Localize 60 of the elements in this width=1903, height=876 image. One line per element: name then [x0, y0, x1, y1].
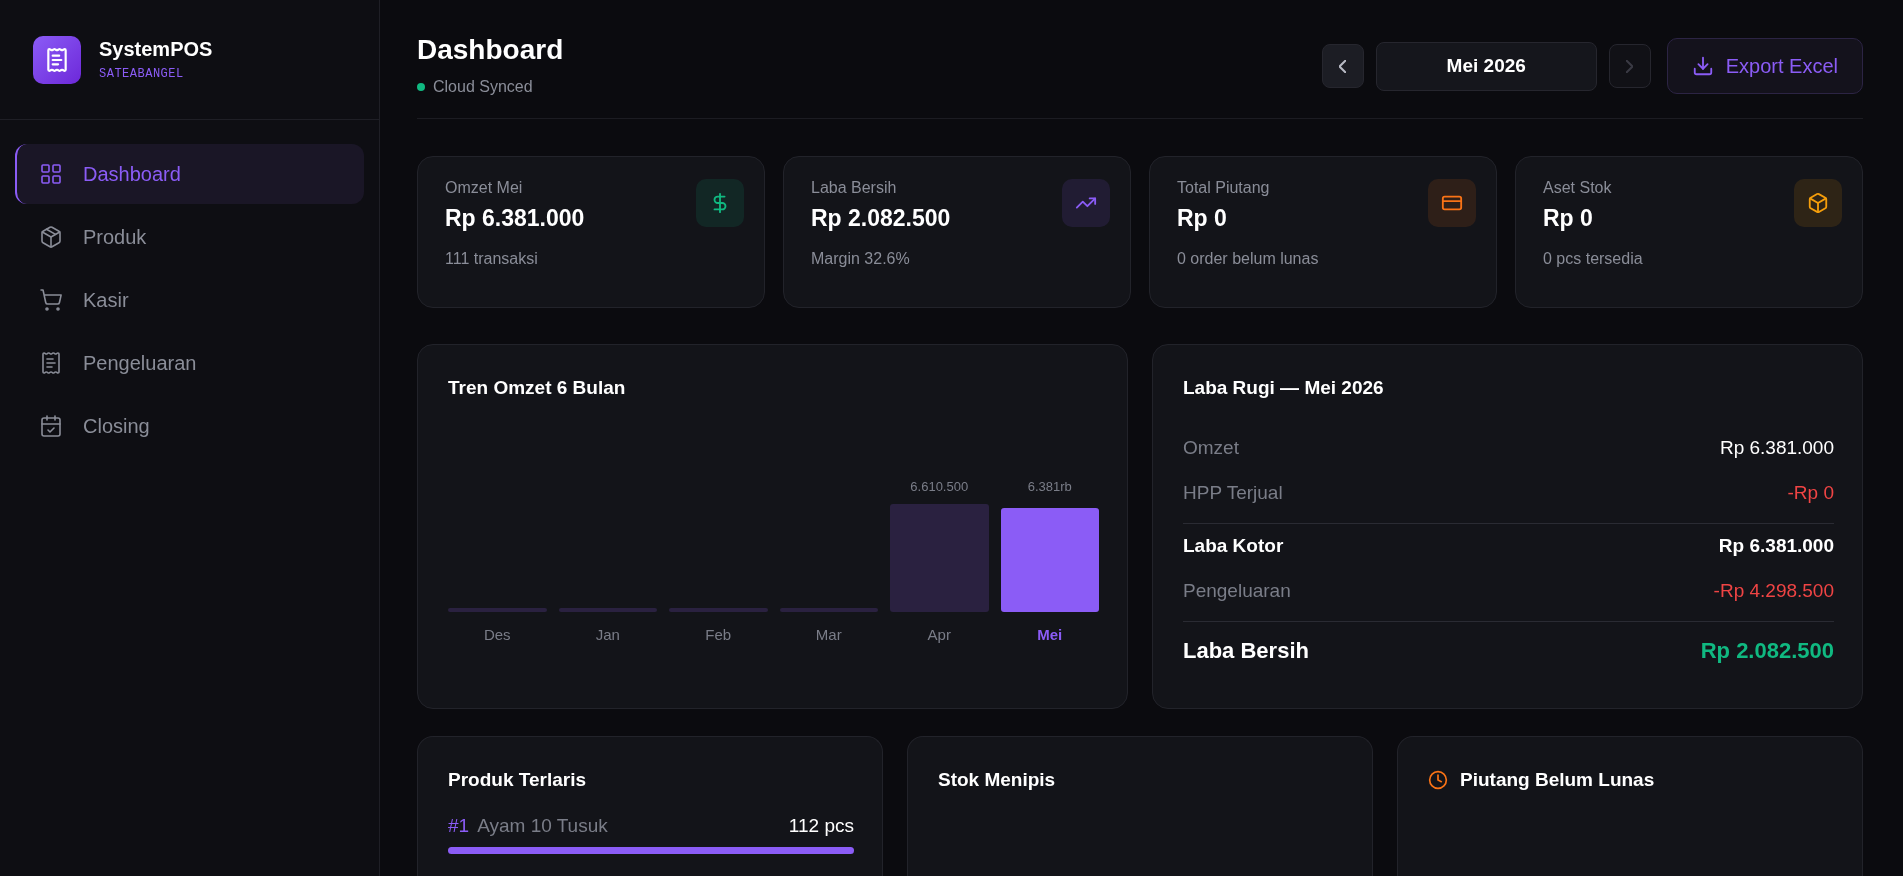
sidebar-item[interactable]: Closing — [15, 396, 364, 456]
stat-value: Rp 6.381.000 — [445, 205, 585, 232]
sidebar-item[interactable]: Kasir — [15, 270, 364, 330]
sidebar-item[interactable]: Produk — [15, 207, 364, 267]
card-title: Piutang Belum Lunas — [1460, 769, 1655, 791]
row-label: Laba Bersih — [1183, 638, 1309, 664]
month-label: Feb — [705, 626, 732, 643]
receipt-logo-icon — [33, 35, 81, 84]
card-title: Laba Rugi — Mei 2026 — [1183, 377, 1385, 399]
stat-subtext: 0 order belum lunas — [1177, 250, 1319, 268]
month-label: Apr — [927, 626, 951, 643]
row-label: Laba Kotor — [1183, 535, 1284, 557]
bar-value-label: 6.610.500 — [910, 479, 969, 494]
stat-value: Rp 0 — [1177, 205, 1228, 232]
grid-icon — [39, 162, 63, 186]
bar-value-label: 6.381rb — [1027, 479, 1072, 494]
previous-month-button[interactable] — [1321, 44, 1364, 88]
receipt-icon — [39, 351, 63, 375]
sidebar-item[interactable]: Pengeluaran — [15, 333, 364, 393]
clock-icon — [1428, 770, 1448, 790]
row-value: -Rp 0 — [1787, 482, 1834, 504]
sidebar-item[interactable]: Dashboard — [15, 144, 364, 204]
row-value: Rp 2.082.500 — [1700, 638, 1834, 664]
stat-subtext: 0 pcs tersedia — [1543, 250, 1643, 268]
card-title: Tren Omzet 6 Bulan — [448, 377, 627, 399]
chevron-left-icon — [1339, 59, 1347, 73]
product-quantity: 112 pcs — [788, 815, 854, 837]
month-label: Mar — [815, 626, 842, 643]
stat-value: Rp 0 — [1543, 205, 1594, 232]
store-name: SATEABANGEL — [99, 67, 185, 81]
row-value: -Rp 4.298.500 — [1713, 580, 1834, 602]
row-label: Pengeluaran — [1183, 580, 1291, 602]
app-name: SystemPOS — [99, 38, 213, 61]
month-display: Mei 2026 — [1375, 41, 1597, 91]
card-title: Stok Menipis — [938, 769, 1057, 791]
stat-subtext: Margin 32.6% — [811, 250, 911, 268]
stat-subtext: 111 transaksi — [445, 250, 539, 268]
row-value: Rp 6.381.000 — [1719, 437, 1834, 459]
cart-icon — [39, 288, 63, 312]
product-name: #1 Ayam 10 Tusuk — [448, 815, 608, 837]
month-label: Mei — [1037, 626, 1063, 643]
stat-label: Total Piutang — [1177, 179, 1271, 197]
card-title: Produk Terlaris — [448, 769, 587, 791]
calendar-check-icon — [39, 414, 63, 438]
download-icon — [1691, 55, 1714, 77]
month-label: Des — [483, 626, 511, 643]
export-button[interactable]: Export Excel — [1666, 38, 1863, 94]
stat-label: Laba Bersih — [811, 179, 898, 197]
status-dot — [417, 83, 425, 91]
stat-label: Aset Stok — [1543, 179, 1613, 197]
package-icon — [39, 225, 63, 249]
row-label: HPP Terjual — [1183, 482, 1283, 504]
month-label: Jan — [595, 626, 620, 643]
stat-label: Omzet Mei — [445, 179, 524, 197]
row-label: Omzet — [1183, 437, 1239, 459]
row-value: Rp 6.381.000 — [1718, 535, 1834, 557]
stat-value: Rp 2.082.500 — [811, 205, 951, 232]
chevron-right-icon — [1626, 59, 1634, 73]
sync-status: Cloud Synced — [433, 78, 533, 96]
page-title: Dashboard — [417, 34, 564, 66]
